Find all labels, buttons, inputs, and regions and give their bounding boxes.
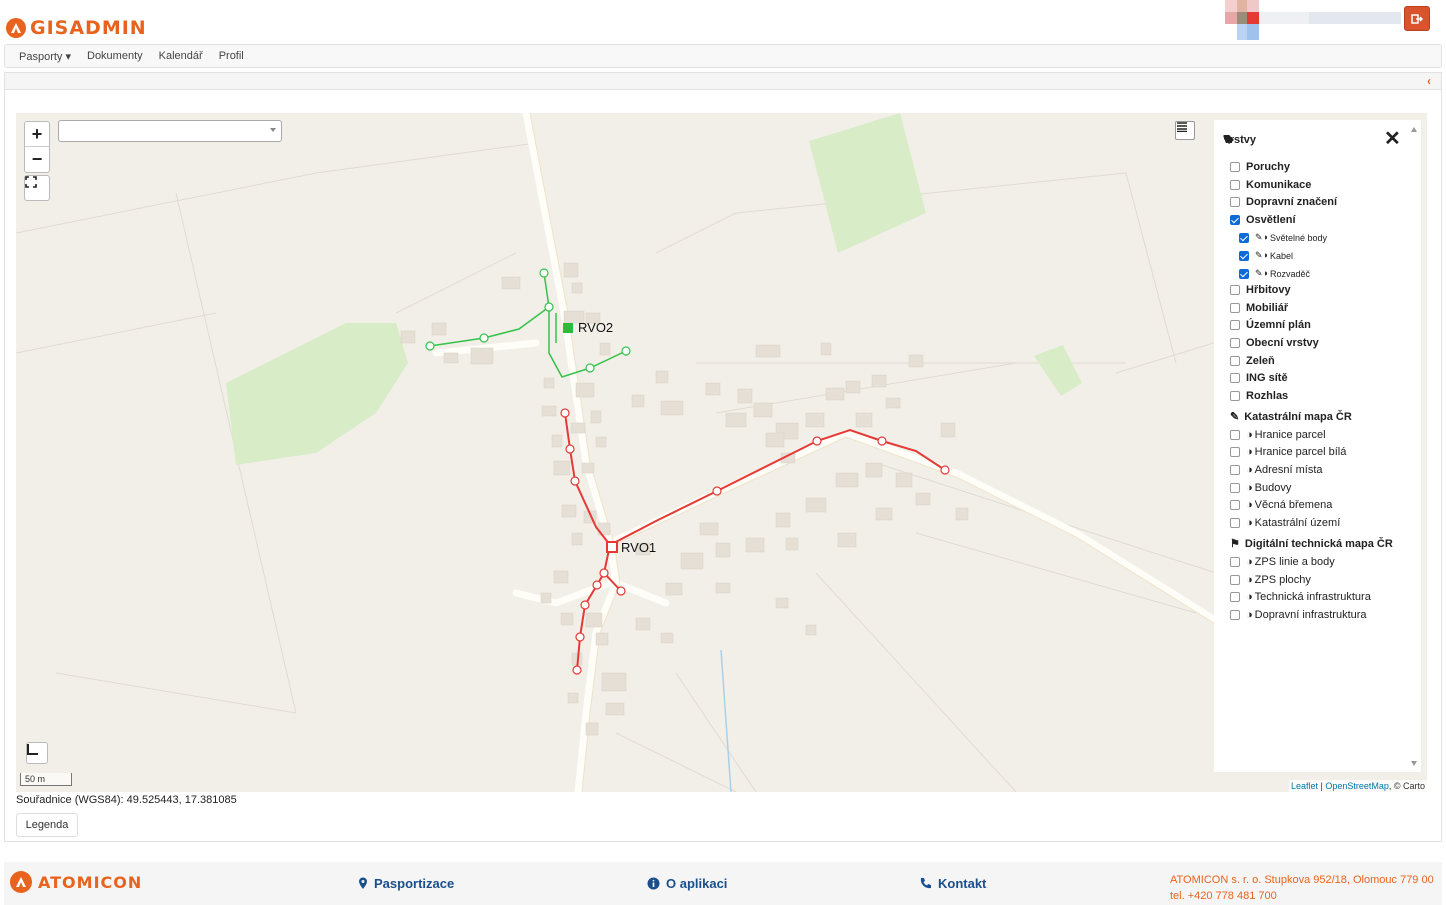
layer-obecni-vrstvy[interactable]: Obecní vrstvy: [1230, 337, 1319, 349]
layer-hrbitovy[interactable]: Hřbitovy: [1230, 284, 1291, 296]
measure-button[interactable]: [26, 742, 48, 764]
gisadmin-logo[interactable]: GISADMIN: [6, 17, 147, 39]
layers-toggle-button[interactable]: [1175, 121, 1195, 140]
atomicon-logo[interactable]: ATOMICON: [10, 871, 142, 893]
pencil-icon: ✎: [1230, 411, 1240, 423]
fullscreen-icon: [25, 176, 37, 188]
tag-half-icon: ✎◑: [1255, 232, 1268, 242]
rvo2-label[interactable]: RVO2: [578, 320, 613, 335]
layer-rozhlas[interactable]: Rozhlas: [1230, 390, 1288, 402]
map-view[interactable]: RVO2 RVO1 + − 50 m Leaflet | OpenStreetM…: [16, 113, 1427, 792]
collapse-chevron-icon[interactable]: ‹: [1427, 74, 1431, 88]
layer-poruchy[interactable]: Poruchy: [1230, 161, 1290, 173]
ruler-icon: [27, 744, 38, 755]
osm-link[interactable]: OpenStreetMap: [1325, 781, 1389, 791]
layer-panel-scrollbar[interactable]: [1408, 123, 1420, 771]
layer-vecna-bremena[interactable]: ◑ Věcná břemena: [1230, 499, 1332, 511]
legend-button[interactable]: Legenda: [16, 813, 78, 837]
nav-profil[interactable]: Profil: [219, 50, 244, 62]
layer-zps-plochy[interactable]: ◑ ZPS plochy: [1230, 574, 1311, 586]
dropdown-arrow-icon: [270, 128, 276, 132]
nav-kalendar[interactable]: Kalendář: [159, 50, 203, 62]
dtm-group-title: ⚑ Digitální technická mapa ČR: [1230, 537, 1393, 551]
user-avatar-blurred[interactable]: [1225, 0, 1401, 40]
zoom-control: + −: [24, 121, 50, 173]
layer-adresni-mista[interactable]: ◑ Adresní místa: [1230, 464, 1323, 476]
leaflet-link[interactable]: Leaflet: [1291, 781, 1318, 791]
rvo2-marker: [563, 323, 573, 333]
tag-half-icon: ✎◑: [1255, 268, 1268, 278]
map-attribution: Leaflet | OpenStreetMap, © Carto: [1288, 780, 1427, 792]
nav-dokumenty[interactable]: Dokumenty: [87, 50, 143, 62]
layer-svetelne-body[interactable]: ✎◑ Světelné body: [1239, 232, 1327, 243]
footer-link-pasportizace[interactable]: Pasportizace: [358, 876, 454, 891]
layer-zps-linie[interactable]: ◑ ZPS linie a body: [1230, 556, 1335, 568]
logout-button[interactable]: [1404, 6, 1430, 31]
list-icon: [1177, 122, 1187, 132]
layer-dopravni-znaceni[interactable]: Dopravní značení: [1230, 196, 1337, 208]
tags-icon: [1224, 135, 1234, 144]
layer-zelen[interactable]: Zeleň: [1230, 355, 1275, 367]
layers-title: Vrstvy: [1223, 134, 1257, 146]
toolbar-strip: ‹: [4, 72, 1442, 90]
layer-kabel[interactable]: ✎◑ Kabel: [1239, 250, 1293, 261]
footer-address: ATOMICON s. r. o. Stupkova 952/18, Olomo…: [1170, 874, 1434, 886]
footer-phone[interactable]: tel. +420 778 481 700: [1170, 888, 1434, 904]
atomicon-logo-icon: [10, 871, 32, 893]
cadastre-group-title: ✎ Katastrální mapa ČR: [1230, 410, 1352, 424]
layer-rozvadec[interactable]: ✎◑ Rozvaděč: [1239, 268, 1310, 279]
fullscreen-button[interactable]: [24, 175, 50, 201]
nav-pasporty[interactable]: Pasporty ▾: [19, 50, 71, 63]
tag-half-icon: ✎◑: [1255, 250, 1268, 260]
footer-link-o-aplikaci[interactable]: O aplikaci: [647, 876, 727, 891]
footer-contact: ATOMICON s. r. o. Stupkova 952/18, Olomo…: [1170, 872, 1434, 904]
rvo1-label[interactable]: RVO1: [621, 540, 656, 555]
logout-icon: [1411, 13, 1423, 24]
coordinates-readout: Souřadnice (WGS84): 49.525443, 17.381085: [16, 794, 237, 806]
layer-dopravni-infrastruktura[interactable]: ◑ Dopravní infrastruktura: [1230, 609, 1367, 621]
zoom-in-button[interactable]: +: [25, 122, 49, 147]
brand-name: GISADMIN: [30, 17, 147, 39]
zoom-out-button[interactable]: −: [25, 147, 49, 172]
layer-panel: Vrstvy ✕ Poruchy Komunikace Dopravní zna…: [1214, 120, 1421, 772]
map-search-select[interactable]: [58, 120, 282, 142]
layer-komunikace[interactable]: Komunikace: [1230, 179, 1311, 191]
layer-osvetleni[interactable]: Osvětlení: [1230, 214, 1296, 226]
logo-icon: [6, 18, 26, 38]
scale-bar: 50 m: [20, 773, 72, 786]
layer-uzemni-plan[interactable]: Územní plán: [1230, 319, 1311, 331]
layer-technicka-infrastruktura[interactable]: ◑ Technická infrastruktura: [1230, 591, 1371, 603]
close-layers-icon[interactable]: ✕: [1384, 126, 1401, 151]
flag-icon: ⚑: [1230, 538, 1240, 550]
footer-link-kontakt[interactable]: Kontakt: [919, 876, 986, 891]
phone-icon: [920, 878, 931, 889]
layer-mobiliar[interactable]: Mobiliář: [1230, 302, 1288, 314]
main-navbar: Pasporty ▾ Dokumenty Kalendář Profil: [4, 44, 1442, 68]
info-icon: [647, 877, 660, 890]
rvo1-marker: [606, 541, 618, 553]
layer-katastralni-uzemi[interactable]: ◑ Katastrální území: [1230, 517, 1340, 529]
layer-hranice-parcel[interactable]: ◑ Hranice parcel: [1230, 429, 1326, 441]
footer: ATOMICON Pasportizace O aplikaci Kontakt…: [4, 862, 1442, 905]
layer-budovy[interactable]: ◑ Budovy: [1230, 482, 1291, 494]
map-marker-icon: [359, 877, 367, 889]
layer-hranice-parcel-bila[interactable]: ◑ Hranice parcel bílá: [1230, 446, 1346, 458]
layer-ing-site[interactable]: ING sítě: [1230, 372, 1288, 384]
